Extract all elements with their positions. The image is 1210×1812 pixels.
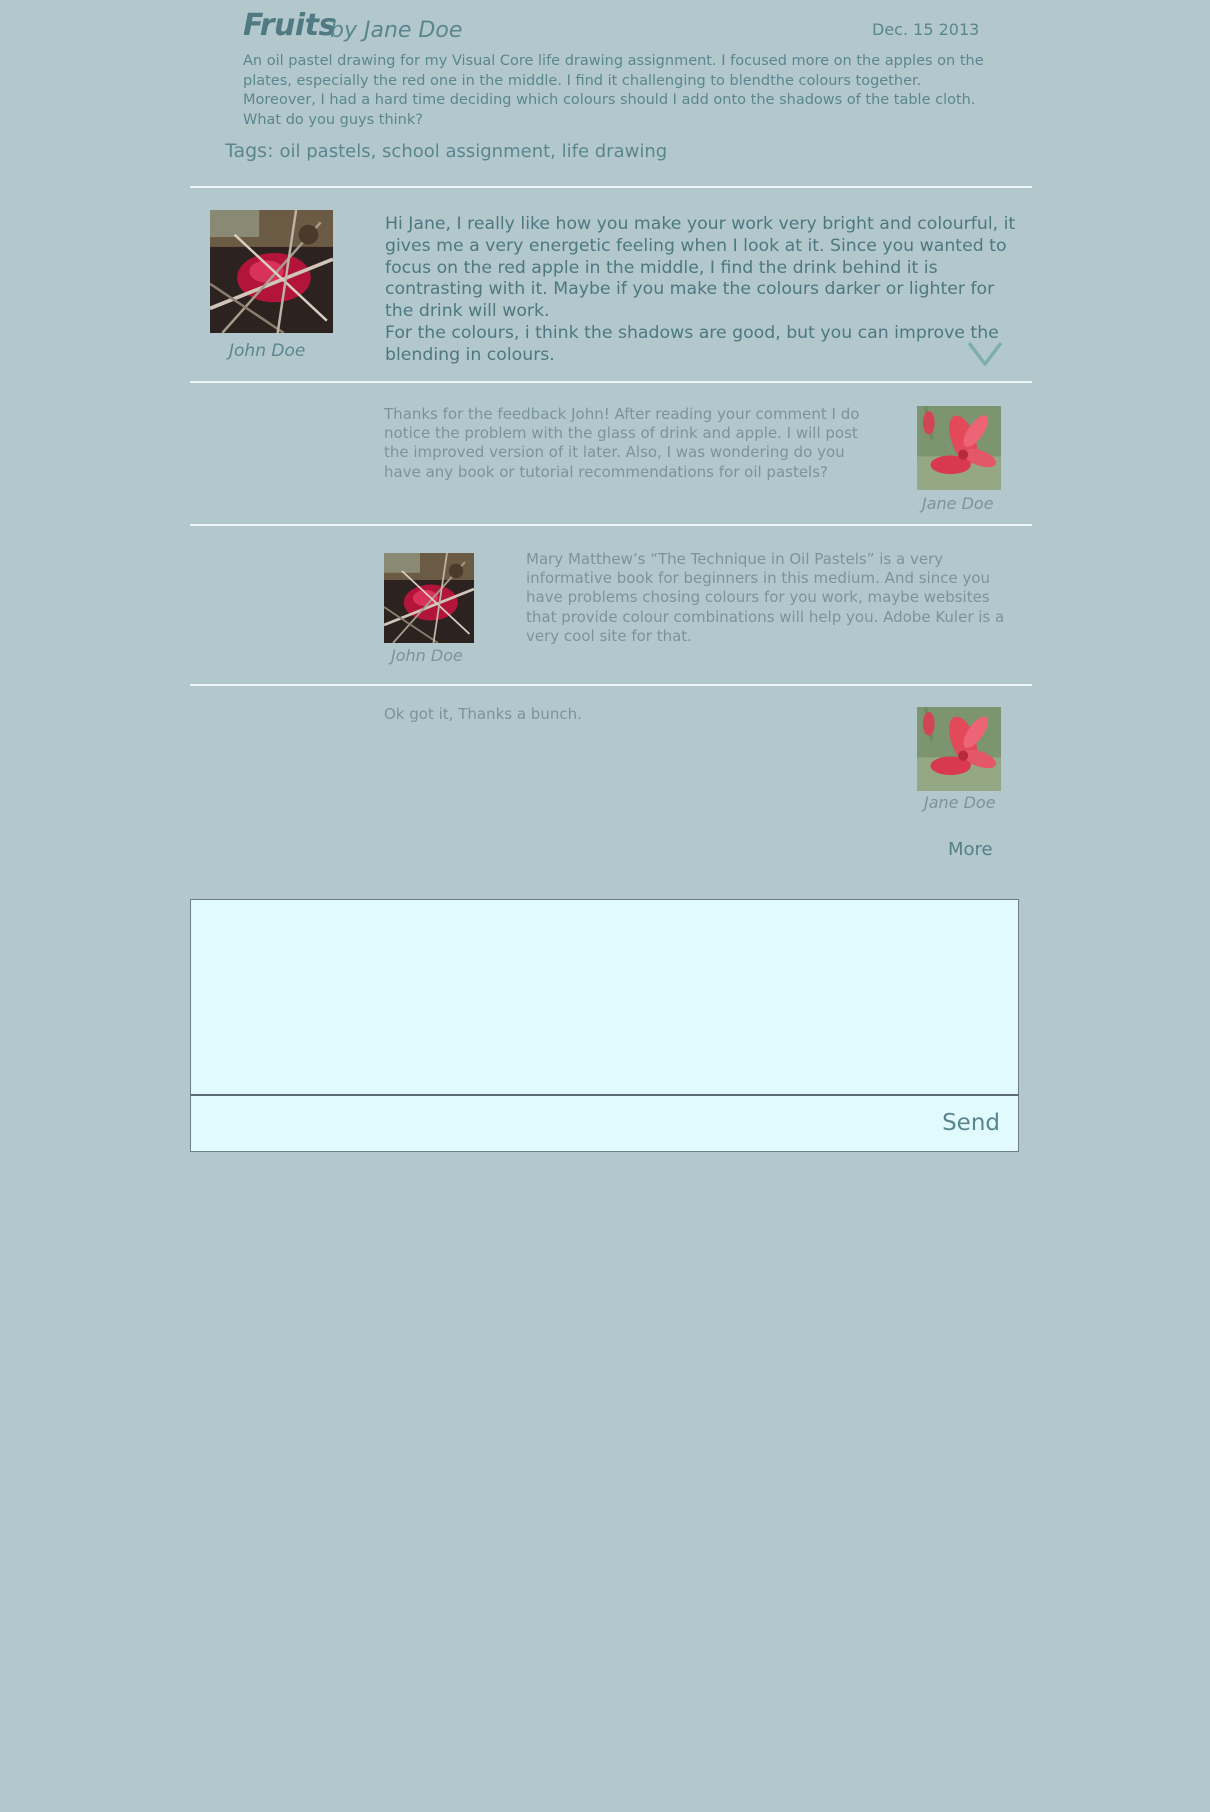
comment-compose-area [190,899,1019,1094]
apple-photo-icon [384,553,474,643]
post-tags: Tags: oil pastels, school assignment, li… [225,140,667,162]
comment-author[interactable]: Jane Doe [924,793,996,812]
send-button[interactable]: Send [942,1110,1000,1136]
comment-author[interactable]: Jane Doe [922,494,994,513]
avatar-jane-doe[interactable] [917,406,1001,490]
post-byline: by Jane Doe [330,18,463,43]
post-title: Fruits [243,8,336,43]
apple-photo-icon [210,210,333,333]
flower-photo-icon [917,406,1001,490]
comment-text: Ok got it, Thanks a bunch. [384,705,582,723]
divider [190,524,1032,526]
chevron-down-icon[interactable] [966,340,1004,368]
divider [190,381,1032,383]
divider [190,684,1032,686]
comment-text: Mary Matthew’s “The Technique in Oil Pas… [526,550,1005,645]
avatar-jane-doe[interactable] [917,707,1001,791]
comment-text: Hi Jane, I really like how you make your… [385,214,1016,365]
comment-author[interactable]: John Doe [229,341,305,361]
compose-action-bar: Send [190,1094,1019,1152]
tags-list[interactable]: oil pastels, school assignment, life dra… [280,141,668,162]
more-comments-link[interactable]: More [948,839,993,860]
comment-text: Thanks for the feedback John! After read… [384,405,860,481]
divider [190,186,1032,188]
avatar-john-doe[interactable] [384,553,474,643]
post-description: An oil pastel drawing for my Visual Core… [243,53,984,128]
comment-input[interactable] [191,900,1018,1094]
flower-photo-icon [917,707,1001,791]
avatar-john-doe[interactable] [210,210,333,333]
comment-author[interactable]: John Doe [391,646,463,665]
tags-label: Tags: [225,140,274,162]
post-date: Dec. 15 2013 [872,20,980,39]
